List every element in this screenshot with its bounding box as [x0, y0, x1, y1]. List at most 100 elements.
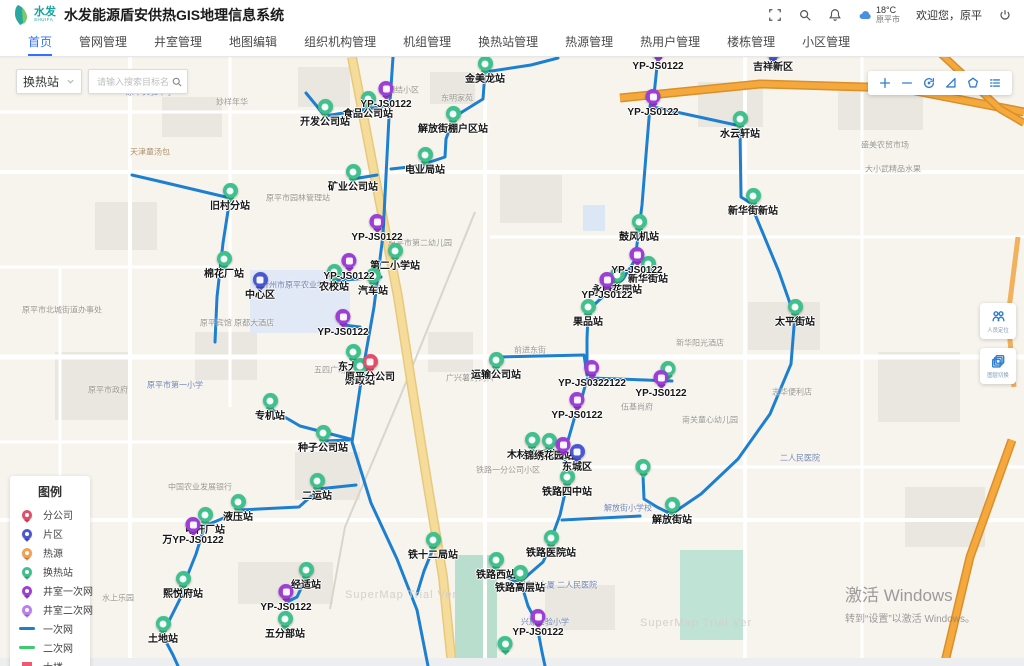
map-marker-station[interactable]	[636, 459, 651, 474]
nav-tab[interactable]: 楼栋管理	[727, 30, 775, 56]
map-marker-station[interactable]: 运输公司站	[471, 352, 521, 381]
map-marker-station[interactable]: 熙悦府站	[163, 571, 203, 600]
map-marker-station[interactable]: 种子公司站	[298, 425, 348, 454]
map-marker-station[interactable]: 果品站	[573, 299, 603, 328]
map-marker-station[interactable]: 棉花厂站	[204, 251, 244, 280]
map-marker-well[interactable]: YP-JS0122	[351, 214, 402, 243]
map-marker-station[interactable]: 鼓风机站	[619, 214, 659, 243]
well-pin-icon	[186, 517, 201, 532]
map-marker-well[interactable]: YP-JS0122	[581, 272, 632, 301]
map-marker-well[interactable]: YP-JS0122	[317, 309, 368, 338]
nav-tab[interactable]: 小区管理	[802, 30, 850, 56]
legend-title: 图例	[19, 483, 81, 500]
map-marker-branch[interactable]: 原平分公司	[345, 354, 395, 383]
marker-label: YP-JS0122	[635, 389, 686, 399]
reset-button[interactable]	[918, 72, 940, 94]
legend-item-label: 片区	[43, 526, 63, 541]
legend-item: 大楼	[19, 657, 81, 666]
map-marker-station[interactable]: 矿业公司站	[328, 164, 378, 193]
layers-tool-button[interactable]: 图层切换	[980, 348, 1016, 384]
well-pin-icon	[336, 309, 351, 324]
marker-label: 运输公司站	[471, 371, 521, 381]
map-marker-area[interactable]: 吉祥新区	[753, 57, 793, 73]
nav-tab[interactable]: 热源管理	[565, 30, 613, 56]
nav-tab[interactable]: 机组管理	[403, 30, 451, 56]
map-marker-station[interactable]: 土地站	[148, 616, 178, 645]
legend-item: 井室一次网	[19, 581, 81, 600]
measure-icon	[944, 76, 958, 90]
logo-icon	[12, 4, 30, 26]
station-pin-icon	[746, 188, 761, 203]
station-pin-icon	[544, 530, 559, 545]
nav-tab[interactable]: 管网管理	[79, 30, 127, 56]
map-marker-well[interactable]: YP-JS0322122	[558, 360, 626, 389]
map-marker-station[interactable]: 旧村分站	[210, 183, 250, 212]
marker-label: YP-JS0122	[351, 233, 402, 243]
map-marker-station[interactable]: 开发公司站	[300, 99, 350, 128]
marker-label: 矿业公司站	[328, 183, 378, 193]
legend-item: 一次网	[19, 619, 81, 638]
measure-button[interactable]	[940, 72, 962, 94]
station-pin-icon	[316, 425, 331, 440]
search-icon[interactable]	[798, 8, 812, 22]
map-marker-station[interactable]: 水云轩站	[720, 111, 760, 140]
legend-item-label: 井室二次网	[43, 602, 93, 617]
nav-tab[interactable]: 井室管理	[154, 30, 202, 56]
map-marker-well[interactable]: YP-JS0122	[632, 57, 683, 72]
layer-list-button[interactable]	[984, 72, 1006, 94]
marker-label: 太平街站	[775, 318, 815, 328]
map-marker-station[interactable]	[498, 636, 513, 651]
app-window: 水发 SHUIFA 水发能源盾安供热GIS地理信息系统 18°C 原平市 欢迎您…	[0, 0, 1024, 666]
nav-tab[interactable]: 组织机构管理	[304, 30, 376, 56]
station-pin-icon	[176, 571, 191, 586]
well-pin-icon	[570, 392, 585, 407]
map-marker-station[interactable]: 解放街棚户区站	[418, 106, 488, 135]
map-marker-well[interactable]: 万YP-JS0122	[162, 517, 223, 546]
map-marker-station[interactable]: 新华街新站	[728, 188, 778, 217]
area-icon	[966, 76, 980, 90]
map-marker-station[interactable]: 铁路医院站	[526, 530, 576, 559]
marker-label: 土地站	[148, 635, 178, 645]
map-marker-station[interactable]: 电业局站	[405, 147, 445, 176]
logout-icon[interactable]	[998, 8, 1012, 22]
map-marker-station[interactable]: 二运站	[302, 473, 332, 502]
nav-tab[interactable]: 换热站管理	[478, 30, 538, 56]
marker-label: 电业局站	[405, 166, 445, 176]
station-type-select[interactable]: 换热站	[16, 69, 82, 94]
map-marker-station[interactable]: 铁路四中站	[542, 469, 592, 498]
map-marker-well[interactable]: YP-JS0122	[512, 609, 563, 638]
map-marker-station[interactable]: 太平街站	[775, 299, 815, 328]
map-marker-station[interactable]: 液压站	[223, 494, 253, 523]
map-marker-station[interactable]: 专机站	[255, 393, 285, 422]
map-marker-well[interactable]: YP-JS0122	[627, 89, 678, 118]
nav-tab[interactable]: 地图编辑	[229, 30, 277, 56]
map-marker-well[interactable]: YP-JS0122	[360, 81, 411, 110]
zoom-out-button[interactable]	[896, 72, 918, 94]
map-marker-station[interactable]: 解放街站	[652, 497, 692, 526]
area-button[interactable]	[962, 72, 984, 94]
layers-icon	[991, 354, 1006, 369]
map-side-buttons: 人员定位图层切换	[980, 303, 1016, 384]
people-tool-button[interactable]: 人员定位	[980, 303, 1016, 339]
fullscreen-icon[interactable]	[768, 8, 782, 22]
search-submit-icon[interactable]	[171, 76, 183, 88]
station-pin-icon	[426, 532, 441, 547]
map-marker-well[interactable]: YP-JS0122	[323, 253, 374, 282]
zoom-in-button[interactable]	[874, 72, 896, 94]
legend-pin-icon	[22, 567, 32, 577]
search-input[interactable]	[95, 76, 171, 88]
map-marker-station[interactable]: 金美龙站	[465, 57, 505, 85]
map-marker-area[interactable]: 中心区	[245, 272, 275, 301]
map-marker-well[interactable]: YP-JS0122	[260, 584, 311, 613]
bell-icon[interactable]	[828, 8, 842, 22]
map-canvas[interactable]: 原平实验中学妙样年华团结小区东明家苑天津童汤包原平市园林管理站原平市第二幼儿园忻…	[0, 57, 1024, 666]
map-marker-station[interactable]: 铁路高层站	[495, 565, 545, 594]
well-pin-icon	[651, 57, 666, 58]
map-marker-station[interactable]: 五分部站	[265, 611, 305, 640]
map-marker-area[interactable]: 东城区	[562, 444, 592, 473]
nav-tab[interactable]: 首页	[28, 30, 52, 56]
map-marker-well[interactable]: YP-JS0122	[551, 392, 602, 421]
map-marker-well[interactable]: YP-JS0122	[635, 370, 686, 399]
nav-tab[interactable]: 热用户管理	[640, 30, 700, 56]
map-marker-station[interactable]: 铁十二局站	[408, 532, 458, 561]
